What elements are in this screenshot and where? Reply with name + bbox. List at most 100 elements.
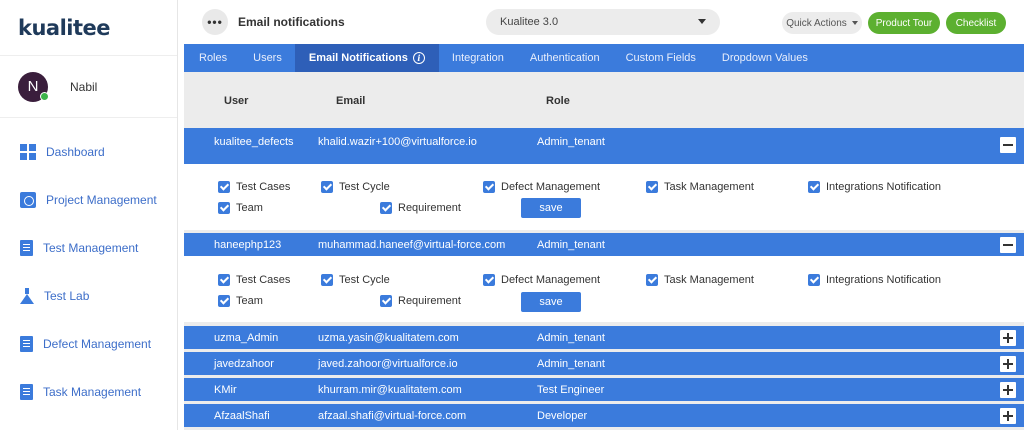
project-icon [20, 192, 36, 208]
checkbox-requirement[interactable]: Requirement [380, 295, 461, 307]
checkbox-label: Team [236, 202, 263, 214]
dashboard-icon [20, 144, 36, 160]
sidebar-item-dashboard[interactable]: Dashboard [0, 128, 177, 176]
checkbox-label: Requirement [398, 202, 461, 214]
checkbox-checked-icon [218, 181, 230, 193]
row-role: Admin_tenant [537, 332, 605, 344]
more-options-button[interactable]: ••• [202, 9, 228, 35]
checkbox-test-cases[interactable]: Test Cases [218, 181, 290, 193]
tab-authentication[interactable]: Authentication [517, 44, 613, 72]
checkbox-integrations-notification[interactable]: Integrations Notification [808, 274, 941, 286]
checkbox-team[interactable]: Team [218, 202, 263, 214]
sidebar-item-test-management[interactable]: Test Management [0, 224, 177, 272]
project-select-value: Kualitee 3.0 [500, 16, 559, 28]
checkbox-checked-icon [380, 295, 392, 307]
table-row[interactable]: KMir khurram.mir@kualitatem.com Test Eng… [184, 378, 1024, 401]
sidebar-item-label: Test Management [43, 241, 139, 255]
tab-custom-fields[interactable]: Custom Fields [613, 44, 709, 72]
project-select[interactable]: Kualitee 3.0 [486, 9, 720, 35]
column-user: User [224, 95, 249, 107]
tab-users[interactable]: Users [240, 44, 295, 72]
checkbox-label: Defect Management [501, 274, 601, 286]
collapse-icon[interactable] [1000, 137, 1016, 153]
permissions-panel: Test Cases Test Cycle Defect Management … [184, 164, 1024, 230]
column-role: Role [546, 95, 570, 107]
sidebar-item-defect-management[interactable]: Defect Management [0, 320, 177, 368]
column-email: Email [336, 95, 366, 107]
tab-roles[interactable]: Roles [186, 44, 240, 72]
tab-email-notifications[interactable]: Email Notifications i [294, 44, 439, 72]
checkbox-checked-icon [808, 181, 820, 193]
online-status-icon [40, 91, 49, 101]
product-tour-button[interactable]: Product Tour [868, 12, 940, 34]
checkbox-checked-icon [380, 202, 392, 214]
row-user: javedzahoor [214, 358, 274, 370]
quick-actions-button[interactable]: Quick Actions [782, 12, 862, 34]
avatar-initial: N [27, 78, 39, 95]
tab-dropdown-values[interactable]: Dropdown Values [709, 44, 821, 72]
checkbox-checked-icon [218, 274, 230, 286]
info-icon[interactable]: i [412, 52, 425, 64]
notifications-table: User Email Role kualitee_defects khalid.… [184, 72, 1024, 430]
table-row[interactable]: javedzahoor javed.zahoor@virtualforce.io… [184, 352, 1024, 375]
sidebar-item-label: Task Management [43, 385, 142, 399]
expand-icon[interactable] [1000, 382, 1016, 398]
user-profile[interactable]: N Nabil [0, 56, 177, 118]
logo[interactable]: kualitee [0, 0, 177, 56]
sidebar-item-label: Project Management [46, 193, 157, 207]
checkbox-label: Test Cycle [339, 274, 390, 286]
settings-tabs: Roles Users Email Notifications i Integr… [184, 44, 1024, 72]
row-role: Admin_tenant [537, 358, 605, 370]
row-email: khurram.mir@kualitatem.com [318, 384, 462, 396]
checkbox-label: Defect Management [501, 181, 601, 193]
checkbox-label: Test Cases [236, 181, 291, 193]
checkbox-integrations-notification[interactable]: Integrations Notification [808, 181, 941, 193]
logo-text: kualitee [18, 15, 111, 40]
tab-integration[interactable]: Integration [439, 44, 517, 72]
checkbox-requirement[interactable]: Requirement [380, 202, 461, 214]
checkbox-test-cycle[interactable]: Test Cycle [321, 274, 390, 286]
checkbox-test-cases[interactable]: Test Cases [218, 274, 290, 286]
row-role: Admin_tenant [537, 239, 605, 251]
tab-label: Email Notifications [308, 52, 408, 64]
defect-icon [20, 336, 33, 352]
sidebar-item-task-management[interactable]: Task Management [0, 368, 177, 416]
checkbox-label: Integrations Notification [826, 274, 941, 286]
table-header: User Email Role [184, 72, 1024, 128]
checkbox-task-management[interactable]: Task Management [646, 181, 754, 193]
checkbox-checked-icon [646, 274, 658, 286]
collapse-icon[interactable] [1000, 237, 1016, 253]
sidebar-item-test-lab[interactable]: Test Lab [0, 272, 177, 320]
checkbox-team[interactable]: Team [218, 295, 263, 307]
avatar[interactable]: N [18, 71, 49, 102]
quick-actions-label: Quick Actions [786, 17, 847, 29]
row-role: Test Engineer [537, 384, 605, 396]
sidebar-item-project-management[interactable]: Project Management [0, 176, 177, 224]
row-user: kualitee_defects [214, 136, 294, 148]
table-row[interactable]: haneephp123 muhammad.haneef@virtual-forc… [184, 233, 1024, 256]
flask-icon [20, 288, 34, 304]
table-row[interactable]: uzma_Admin uzma.yasin@kualitatem.com Adm… [184, 326, 1024, 349]
checkbox-label: Test Cases [236, 274, 291, 286]
table-row[interactable]: kualitee_defects khalid.wazir+100@virtua… [184, 128, 1024, 164]
expand-icon[interactable] [1000, 408, 1016, 424]
expand-icon[interactable] [1000, 356, 1016, 372]
save-button[interactable]: save [521, 198, 581, 218]
expand-icon[interactable] [1000, 330, 1016, 346]
checkbox-defect-management[interactable]: Defect Management [483, 274, 600, 286]
sidebar-nav: Dashboard Project Management Test Manage… [0, 118, 177, 416]
checkbox-task-management[interactable]: Task Management [646, 274, 754, 286]
checkbox-test-cycle[interactable]: Test Cycle [321, 181, 390, 193]
save-button[interactable]: save [521, 292, 581, 312]
checkbox-label: Integrations Notification [826, 181, 941, 193]
caret-down-icon [851, 21, 858, 25]
checkbox-checked-icon [321, 181, 333, 193]
checkbox-checked-icon [321, 274, 333, 286]
table-row[interactable]: AfzaalShafi afzaal.shafi@virtual-force.c… [184, 404, 1024, 427]
checkbox-defect-management[interactable]: Defect Management [483, 181, 600, 193]
row-user: haneephp123 [214, 239, 282, 251]
test-icon [20, 240, 33, 256]
checkbox-checked-icon [808, 274, 820, 286]
checklist-button[interactable]: Checklist [946, 12, 1006, 34]
sidebar-item-label: Test Lab [44, 289, 90, 303]
